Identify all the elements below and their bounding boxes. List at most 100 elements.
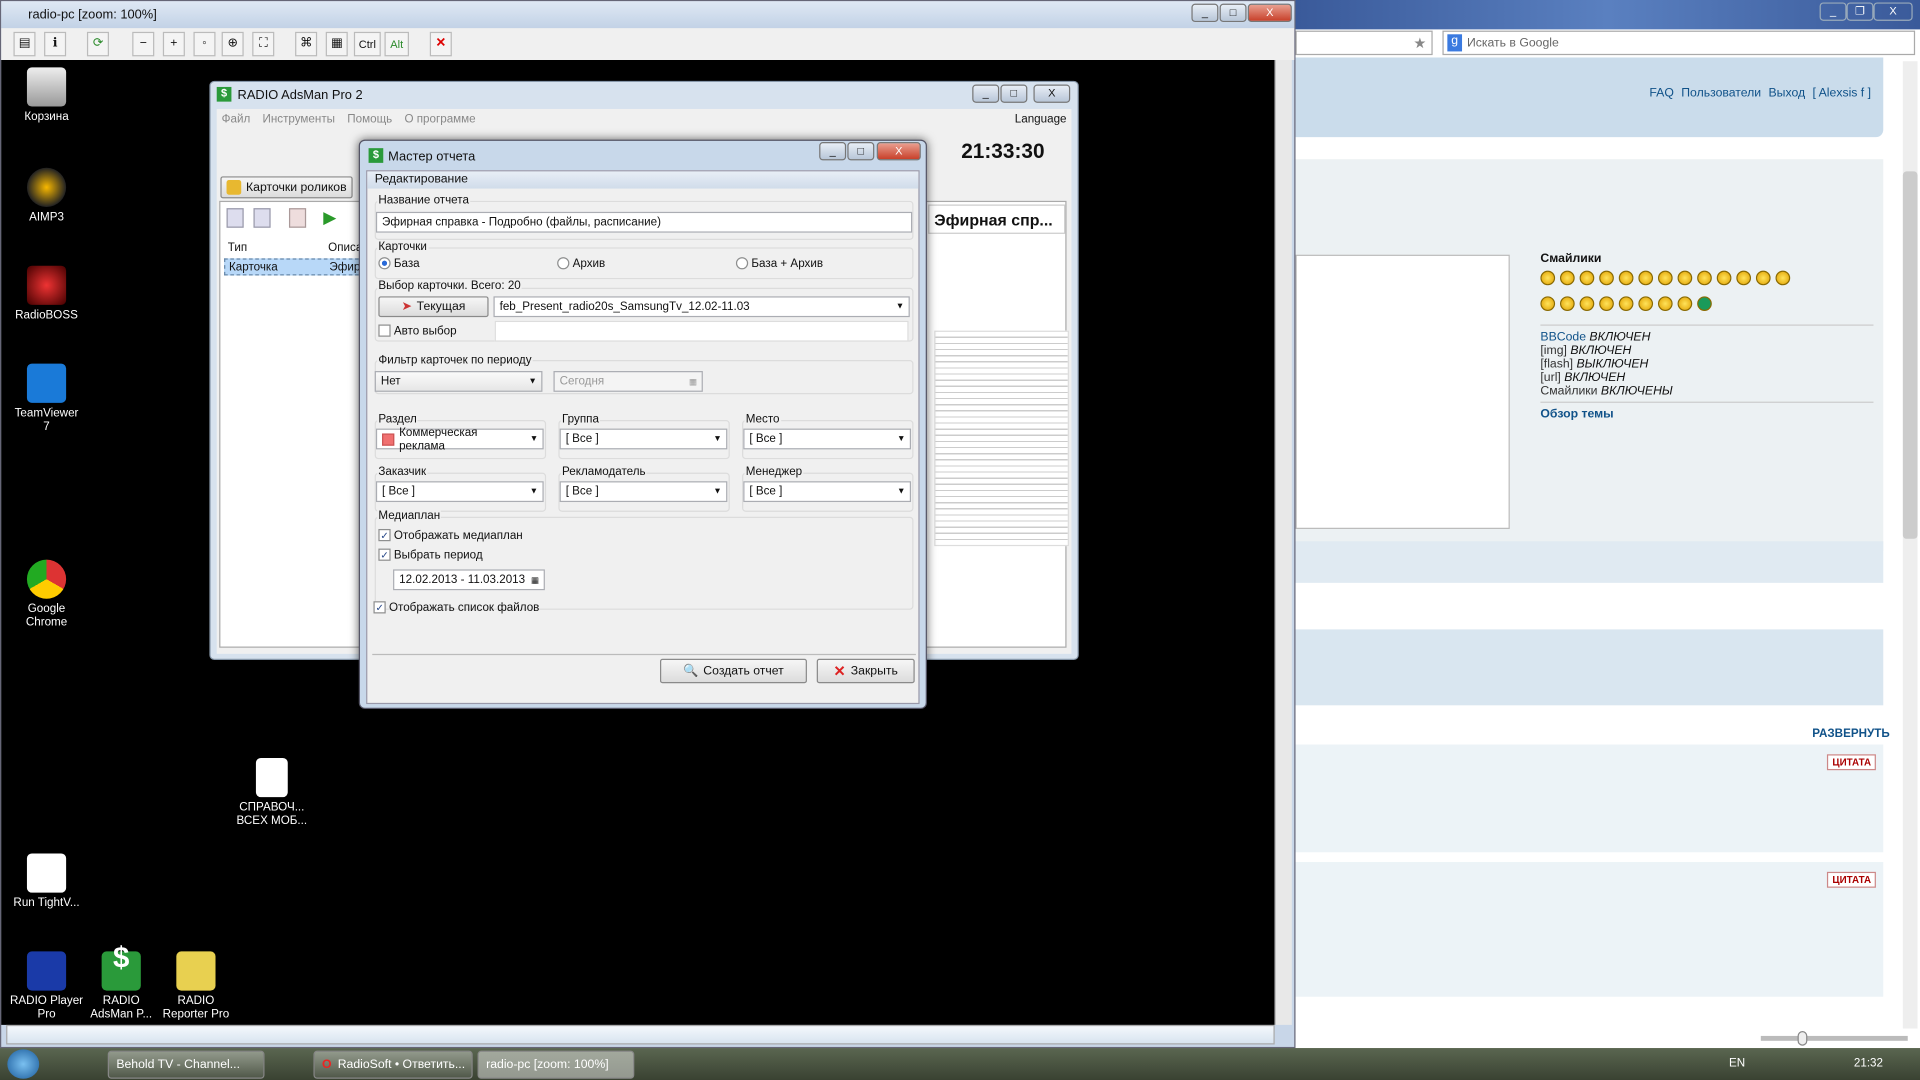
desktop-icon-radioboss[interactable]: RadioBOSS [10, 265, 83, 322]
calendar-icon[interactable]: ▦ [684, 377, 701, 387]
period-filter-dropdown[interactable]: Нет ▼ [374, 371, 543, 392]
taskbar-item-radiosoft[interactable]: O RadioSoft • Ответить... [313, 1050, 473, 1079]
message-textarea[interactable] [1295, 254, 1510, 529]
smiley-icon[interactable] [1657, 296, 1673, 312]
minimize-button[interactable]: _ [1819, 2, 1847, 21]
zoom-out-icon[interactable]: − [132, 31, 155, 57]
select-period-checkbox[interactable]: ✓ Выбрать период [378, 549, 483, 562]
alt-key-button[interactable]: Alt [384, 31, 409, 57]
minimize-button[interactable]: _ [1191, 3, 1219, 23]
ctrl-key-button[interactable]: Ctrl [353, 31, 381, 57]
card-select-dropdown[interactable]: feb_Present_radio20s_SamsungTv_12.02-11.… [493, 296, 910, 318]
address-bar[interactable]: ★ [1295, 30, 1433, 56]
info-icon[interactable]: ℹ [44, 31, 67, 57]
filter-dropdown[interactable]: [ Все ] ▼ [375, 481, 544, 503]
expand-link[interactable]: РАЗВЕРНУТЬ [1812, 727, 1889, 740]
zoom-reset-icon[interactable]: ◦ [193, 31, 216, 57]
column-description[interactable]: Описа [328, 241, 362, 254]
zoom-in-icon[interactable]: + [162, 31, 185, 57]
smiley-icon[interactable] [1618, 296, 1634, 312]
user-link[interactable]: [ Alexsis f ] [1812, 87, 1871, 100]
desktop-icon-adsman[interactable]: $ RADIO AdsMan P... [84, 943, 157, 1021]
close-button[interactable]: X [876, 142, 921, 161]
lang-indicator[interactable]: EN [1729, 1057, 1745, 1070]
calendar-icon[interactable]: ▦ [527, 575, 544, 585]
desktop-icon-chrome[interactable]: Google Chrome [10, 559, 83, 629]
desktop-icon-reporter[interactable]: RADIO Reporter Pro [159, 951, 232, 1021]
close-dialog-button[interactable]: ✕ Закрыть [816, 658, 915, 684]
smiley-icon[interactable] [1657, 270, 1673, 286]
smiley-icon[interactable] [1755, 270, 1771, 286]
ctrl-alt-del-icon[interactable]: ⌘ [295, 31, 318, 57]
faq-link[interactable]: FAQ [1649, 87, 1674, 100]
smiley-icon[interactable] [1736, 270, 1752, 286]
current-card-button[interactable]: ➤ Текущая [378, 296, 489, 318]
smiley-icon[interactable] [1638, 296, 1654, 312]
desktop-icon-teamviewer[interactable]: TeamViewer 7 [10, 363, 83, 433]
close-button[interactable]: X [1873, 2, 1913, 21]
smiley-icon[interactable] [1540, 270, 1556, 286]
close-button[interactable]: X [1247, 3, 1292, 23]
period-range-input[interactable]: 12.02.2013 - 11.03.2013 ▦ [393, 569, 545, 591]
smiley-icon[interactable] [1579, 296, 1595, 312]
create-report-button[interactable]: 🔍 Создать отчет [660, 658, 807, 684]
report-name-input[interactable]: Эфирная справка - Подробно (файлы, распи… [375, 211, 913, 233]
menu-about[interactable]: О программе [404, 113, 475, 126]
smiley-icon[interactable] [1697, 270, 1712, 286]
copy-icon[interactable] [253, 208, 271, 228]
smiley-icon[interactable] [1540, 296, 1556, 312]
search-input[interactable]: g Искать в Google [1442, 30, 1916, 56]
vertical-scrollbar[interactable] [1274, 60, 1292, 1025]
smiley-icon[interactable] [1638, 270, 1654, 286]
auto-select-input[interactable] [494, 320, 909, 342]
desktop-icon-radio-player[interactable]: RADIO Player Pro [10, 951, 83, 1021]
show-files-checkbox[interactable]: ✓ Отображать список файлов [373, 601, 539, 615]
smiley-icon[interactable] [1697, 296, 1712, 312]
smiley-icon[interactable] [1599, 296, 1614, 312]
desktop-icon-document[interactable]: СПРАВОЧ... ВСЕХ МОБ... [235, 757, 308, 828]
filter-dropdown[interactable]: [ Все ] ▼ [743, 481, 912, 503]
minimize-button[interactable]: _ [819, 142, 847, 161]
smiley-icon[interactable] [1560, 270, 1575, 286]
cards-radio-2[interactable]: База + Архив [735, 257, 823, 271]
table-row[interactable]: Карточка Эфирн [224, 258, 367, 276]
fit-screen-icon[interactable]: ⛶ [252, 31, 275, 57]
smiley-icon[interactable] [1716, 270, 1732, 286]
filter-dropdown[interactable]: [ Все ] ▼ [559, 481, 728, 503]
play-icon[interactable]: ▶ [323, 207, 336, 228]
filter-dropdown[interactable]: Коммерческая реклама ▼ [375, 426, 544, 452]
smiley-icon[interactable] [1560, 296, 1575, 312]
refresh-icon[interactable]: ⟳ [86, 31, 109, 57]
win-key-icon[interactable]: ▦ [325, 31, 348, 57]
smiley-icon[interactable] [1775, 270, 1791, 286]
cards-radio-1[interactable]: Архив [557, 257, 605, 271]
disconnect-icon[interactable]: ✕ [429, 31, 452, 57]
smiley-icon[interactable] [1618, 270, 1634, 286]
browser-scrollbar[interactable] [1902, 61, 1918, 1029]
quote-button[interactable]: ЦИТАТА [1827, 871, 1876, 888]
cards-radio-0[interactable]: База [378, 257, 420, 271]
zoom-slider[interactable] [1760, 1031, 1908, 1046]
zoom-100-icon[interactable]: ⊕ [221, 31, 244, 57]
menu-file[interactable]: Файл [222, 113, 251, 126]
options-icon[interactable]: ▤ [13, 31, 36, 57]
smiley-icon[interactable] [1579, 270, 1595, 286]
smiley-icon[interactable] [1677, 296, 1693, 312]
smiley-icon[interactable] [1599, 270, 1614, 286]
filter-dropdown[interactable]: [ Все ] ▼ [559, 428, 728, 450]
filter-dropdown[interactable]: [ Все ] ▼ [743, 428, 912, 450]
tab-ad-cards[interactable]: Карточки роликов [220, 176, 353, 199]
show-mediaplan-checkbox[interactable]: ✓ Отображать медиаплан [378, 529, 523, 542]
delete-icon[interactable] [288, 208, 307, 228]
taskbar-item-radio-pc[interactable]: radio-pc [zoom: 100%] [477, 1050, 635, 1079]
taskbar-item-behold-tv[interactable]: Behold TV - Channel... [107, 1050, 265, 1079]
maximize-button[interactable]: □ [1000, 84, 1028, 103]
menu-help[interactable]: Помощь [347, 113, 392, 126]
topic-review-link[interactable]: Обзор темы [1540, 408, 1613, 421]
menu-tools[interactable]: Инструменты [262, 113, 335, 126]
smiley-icon[interactable] [1677, 270, 1693, 286]
desktop-icon-tightvnc[interactable]: Run TightV... [10, 853, 83, 910]
desktop-icon-aimp3[interactable]: AIMP3 [10, 167, 83, 224]
maximize-button[interactable]: □ [1219, 3, 1247, 23]
language-button[interactable]: Language [1015, 113, 1067, 126]
